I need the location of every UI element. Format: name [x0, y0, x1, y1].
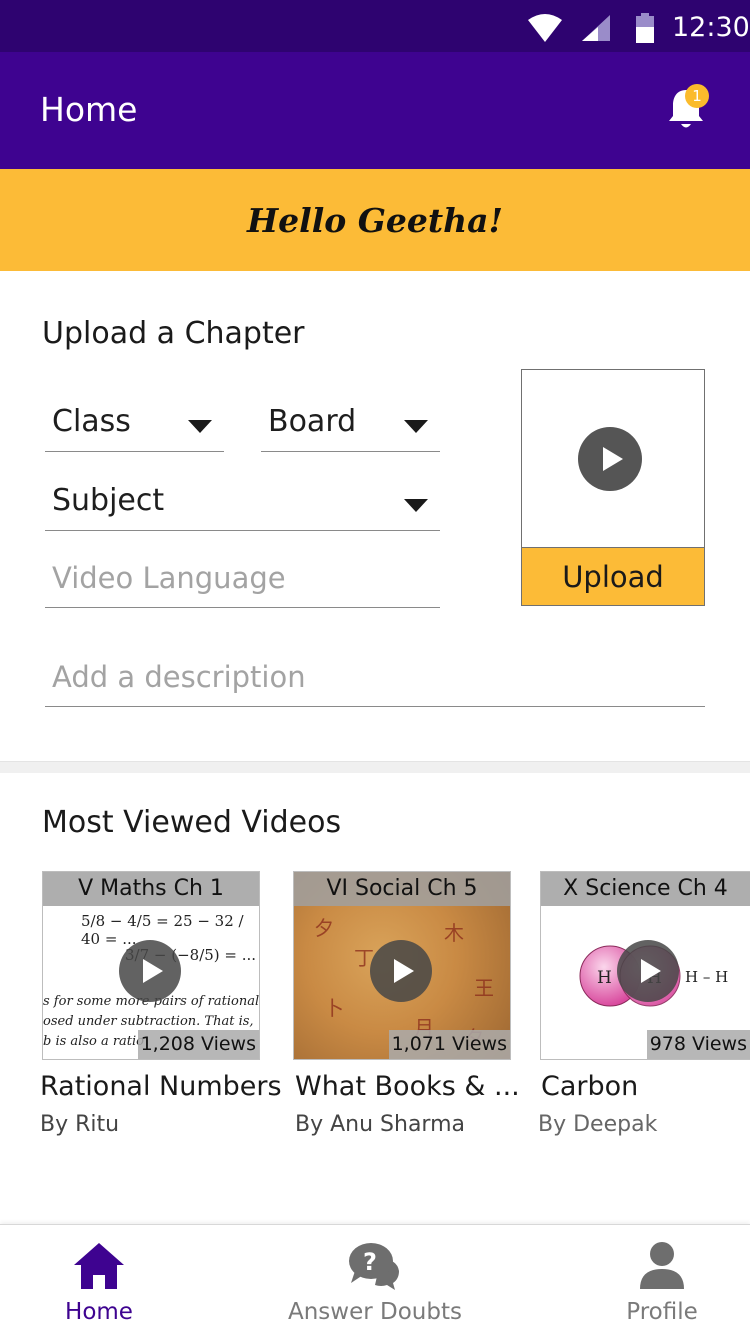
video-author: By Ritu: [40, 1112, 120, 1137]
nav-label-answer-doubts: Answer Doubts: [288, 1299, 462, 1325]
svg-text:?: ?: [363, 1248, 377, 1276]
notification-badge: 1: [685, 84, 709, 108]
chevron-down-icon: [404, 499, 428, 512]
chevron-down-icon: [404, 420, 428, 433]
chat-question-icon: ?: [349, 1243, 399, 1290]
status-time: 12:30: [672, 12, 750, 43]
class-dropdown[interactable]: Class: [45, 392, 224, 452]
greeting-banner: Hello Geetha!: [0, 169, 750, 271]
description-input[interactable]: Add a description: [45, 647, 705, 707]
description-placeholder: Add a description: [52, 660, 306, 694]
atom-label: H: [597, 968, 612, 988]
subject-dropdown[interactable]: Subject: [45, 471, 440, 531]
wifi-icon: [528, 14, 562, 42]
video-caption: X Science Ch 4: [541, 872, 750, 906]
status-bar: 12:30: [0, 0, 750, 52]
bottom-navigation: Home ? Answer Doubts Profile: [0, 1224, 750, 1333]
video-author: By Deepak: [538, 1112, 658, 1137]
greeting-text: Hello Geetha!: [246, 200, 504, 240]
person-icon: [640, 1242, 684, 1289]
subject-label: Subject: [52, 483, 165, 518]
battery-icon: [636, 13, 654, 43]
board-dropdown[interactable]: Board: [261, 392, 440, 452]
video-card[interactable]: H H H – H X Science Ch 4 978 Views: [540, 871, 750, 1060]
video-thumbnail[interactable]: H H H – H X Science Ch 4 978 Views: [540, 871, 750, 1060]
video-title[interactable]: What Books & ...: [295, 1071, 520, 1102]
class-label: Class: [52, 404, 131, 439]
video-upload-preview[interactable]: Upload: [521, 369, 705, 606]
upload-section-title: Upload a Chapter: [42, 316, 305, 351]
home-icon: [74, 1243, 124, 1289]
video-card[interactable]: 5/8 − 4/5 = 25 − 32 / 40 = ... 3/7 − (−8…: [42, 871, 260, 1060]
video-language-placeholder: Video Language: [52, 561, 286, 595]
video-thumbnail[interactable]: 夕 丁 木 王 卜 月 夕 VI Social Ch 5 1,071 Views: [293, 871, 511, 1060]
page-title: Home: [40, 90, 138, 129]
video-card[interactable]: 夕 丁 木 王 卜 月 夕 VI Social Ch 5 1,071 Views: [293, 871, 511, 1060]
cell-signal-icon: [582, 15, 610, 41]
nav-label-profile: Profile: [626, 1299, 698, 1325]
view-count: 1,071 Views: [388, 1030, 510, 1059]
video-language-input[interactable]: Video Language: [45, 548, 440, 608]
video-caption: VI Social Ch 5: [294, 872, 510, 906]
section-divider: [0, 761, 750, 773]
video-title[interactable]: Carbon: [541, 1071, 638, 1102]
video-author: By Anu Sharma: [295, 1112, 465, 1137]
app-bar: Home: [0, 52, 750, 169]
nav-item-answer-doubts[interactable]: ? Answer Doubts: [285, 1225, 465, 1333]
most-viewed-title: Most Viewed Videos: [42, 805, 342, 840]
bond-label: H – H: [685, 968, 728, 986]
play-icon[interactable]: [370, 940, 432, 1002]
chevron-down-icon: [188, 420, 212, 433]
nav-item-home[interactable]: Home: [40, 1225, 158, 1333]
math-text: osed under subtraction. That is,: [43, 1014, 254, 1029]
nav-item-profile[interactable]: Profile: [610, 1225, 714, 1333]
video-title[interactable]: Rational Numbers: [40, 1071, 282, 1102]
upload-button[interactable]: Upload: [522, 547, 704, 605]
video-caption: V Maths Ch 1: [43, 872, 259, 906]
nav-label-home: Home: [65, 1299, 133, 1325]
view-count: 978 Views: [646, 1030, 750, 1059]
math-text: b is also a ratio: [43, 1034, 145, 1049]
play-icon[interactable]: [578, 427, 642, 491]
play-icon[interactable]: [119, 940, 181, 1002]
view-count: 1,208 Views: [137, 1030, 259, 1059]
video-thumbnail[interactable]: 5/8 − 4/5 = 25 − 32 / 40 = ... 3/7 − (−8…: [42, 871, 260, 1060]
board-label: Board: [268, 404, 357, 439]
play-icon[interactable]: [617, 940, 679, 1002]
math-line: 5/8 − 4/5 = 25 − 32 / 40 = ...: [81, 912, 244, 948]
